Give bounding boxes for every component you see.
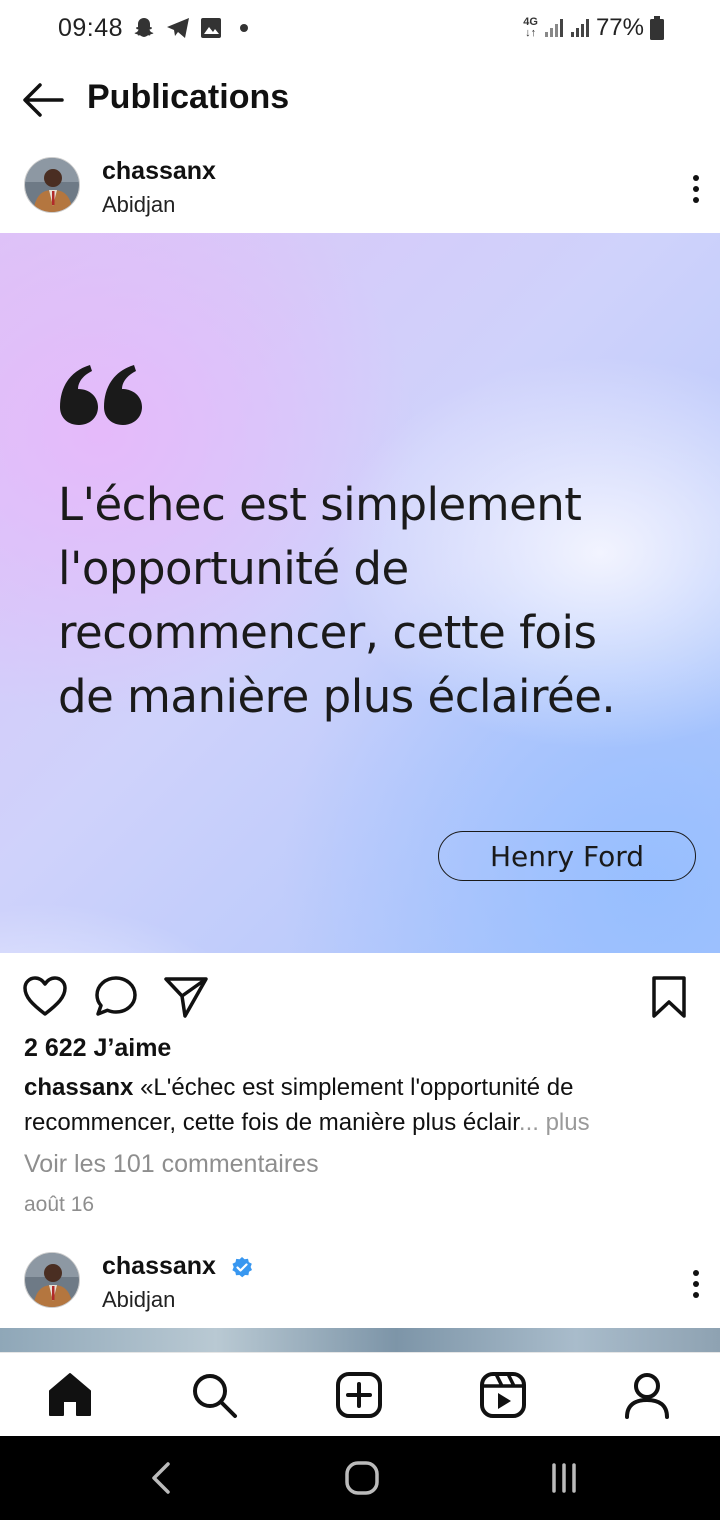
post-header: chassanx Abidjan <box>0 143 720 233</box>
post-image[interactable]: L'échec est simplement l'opportunité de … <box>0 233 720 953</box>
status-bar: 09:48 4G ↓↑ 77% <box>0 0 720 60</box>
status-notification-icons <box>132 16 248 40</box>
system-navigation-bar <box>0 1436 720 1520</box>
avatar-image <box>25 1253 79 1307</box>
network-type: 4G ↓↑ <box>523 16 538 39</box>
home-icon[interactable] <box>46 1371 94 1419</box>
share-icon[interactable] <box>163 974 209 1020</box>
heart-icon[interactable] <box>22 974 68 1020</box>
caption-username[interactable]: chassanx <box>24 1074 133 1101</box>
avatar[interactable] <box>24 157 80 213</box>
next-post-location[interactable]: Abidjan <box>102 1287 175 1313</box>
comment-icon[interactable] <box>93 974 139 1020</box>
likes-count[interactable]: 2 622 J’aime <box>24 1034 171 1063</box>
next-post-avatar[interactable] <box>24 1252 80 1308</box>
system-home-icon[interactable] <box>342 1458 382 1498</box>
telegram-icon <box>167 18 189 38</box>
caption-more-link[interactable]: ... plus <box>519 1109 590 1136</box>
post-username[interactable]: chassanx <box>102 157 216 186</box>
page-title: Publications <box>87 78 290 116</box>
status-time: 09:48 <box>58 14 124 42</box>
gallery-icon <box>201 18 221 38</box>
next-post-username[interactable]: chassanx <box>102 1252 216 1281</box>
verified-badge-icon <box>232 1257 252 1278</box>
status-system-icons: 4G ↓↑ 77% <box>523 14 664 42</box>
search-icon[interactable] <box>190 1371 238 1419</box>
next-post-image-preview[interactable] <box>0 1328 720 1352</box>
system-back-icon[interactable] <box>142 1458 182 1498</box>
quote-text: L'échec est simplement l'opportunité de … <box>58 478 616 723</box>
more-options-icon[interactable] <box>684 1267 708 1307</box>
system-recents-icon[interactable] <box>544 1458 584 1498</box>
post-location[interactable]: Abidjan <box>102 192 175 218</box>
arrow-left-icon[interactable] <box>22 80 64 120</box>
reels-icon[interactable] <box>479 1371 527 1419</box>
profile-icon[interactable] <box>623 1371 671 1419</box>
more-options-icon[interactable] <box>684 172 708 212</box>
create-icon[interactable] <box>335 1371 383 1419</box>
signal-icon-2 <box>570 19 589 37</box>
avatar-image <box>25 158 79 212</box>
battery-percent: 77% <box>595 14 644 41</box>
view-comments-link[interactable]: Voir les 101 commentaires <box>24 1150 319 1179</box>
quote-author: Henry Ford <box>438 831 696 881</box>
post-caption: chassanx «L'échec est simplement l'oppor… <box>24 1070 700 1140</box>
bottom-navigation <box>0 1352 720 1436</box>
snapchat-icon <box>134 18 154 37</box>
quote-mark-icon <box>60 365 142 425</box>
notification-dot <box>240 24 248 32</box>
bookmark-icon[interactable] <box>646 974 692 1020</box>
app-header: Publications <box>0 60 720 140</box>
next-post-header: chassanx Abidjan <box>0 1238 720 1328</box>
signal-icon-1 <box>544 19 563 37</box>
post-actions <box>0 970 720 1024</box>
post-date: août 16 <box>24 1193 95 1216</box>
battery-icon <box>650 16 664 40</box>
